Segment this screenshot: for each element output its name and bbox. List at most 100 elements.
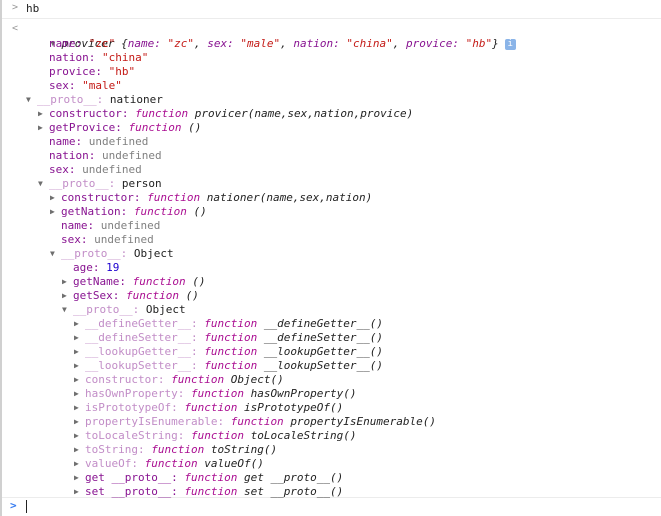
property-row[interactable]: ▶ __lookupGetter__: function __lookupGett… <box>74 345 383 359</box>
summary-value: "hb" <box>465 37 493 50</box>
sep: : <box>190 345 205 358</box>
property-row[interactable]: ▶ isPrototypeOf: function isPrototypeOf() <box>74 401 343 415</box>
expand-right-icon[interactable]: ▶ <box>74 359 85 373</box>
expand-right-icon[interactable]: ▶ <box>74 415 85 429</box>
expand-down-icon[interactable]: ▼ <box>50 247 61 261</box>
expand-right-icon[interactable]: ▶ <box>74 387 85 401</box>
function-keyword: function <box>190 387 251 400</box>
sep: : <box>96 93 110 106</box>
property-value: undefined <box>88 135 149 148</box>
brace: { <box>121 37 128 50</box>
property-row[interactable]: ▼ __proto__: Object <box>62 303 186 317</box>
expand-right-icon[interactable]: ▶ <box>50 205 61 219</box>
expand-right-icon[interactable]: ▶ <box>38 107 49 121</box>
sep: : <box>119 275 133 288</box>
property-key: getNation <box>61 205 121 218</box>
function-keyword: function <box>184 401 244 414</box>
expand-right-icon[interactable]: ▶ <box>74 401 85 415</box>
property-row[interactable]: ▶ getSex: function () <box>62 289 199 303</box>
function-keyword: function <box>133 205 194 218</box>
function-signature: hasOwnProperty() <box>250 387 357 400</box>
property-key: valueOf <box>85 457 132 470</box>
function-signature: propertyIsEnumerable() <box>290 415 437 428</box>
function-signature: provicer(name,sex,nation,provice) <box>194 107 414 120</box>
sep: : <box>108 177 122 190</box>
property-row[interactable]: ▶ toLocaleString: function toLocaleString… <box>74 429 357 443</box>
expand-right-icon[interactable]: ▶ <box>74 331 85 345</box>
expand-right-icon[interactable]: ▶ <box>74 317 85 331</box>
sep: : <box>190 359 205 372</box>
property-row[interactable]: ▶ __defineSetter__: function __defineSett… <box>74 331 383 345</box>
sep: : <box>133 191 148 204</box>
property-row[interactable]: ▶ valueOf: function valueOf() <box>74 457 264 471</box>
expand-right-icon[interactable]: ▶ <box>62 289 73 303</box>
property-row[interactable]: ▼ __proto__: nationer <box>26 93 163 107</box>
property-key: nation <box>49 51 89 64</box>
property-key: __proto__ <box>49 177 109 190</box>
sep: : <box>115 121 129 134</box>
property-value: "male" <box>82 79 122 92</box>
property-value: "china" <box>102 51 149 64</box>
expand-right-icon[interactable]: ▶ <box>74 471 85 485</box>
function-signature: () <box>188 121 202 134</box>
expand-down-icon[interactable]: ▼ <box>26 93 37 107</box>
expand-right-icon[interactable]: ▶ <box>74 429 85 443</box>
sep: : <box>120 247 134 260</box>
property-value: 19 <box>106 261 120 274</box>
property-row[interactable]: ▼ __proto__: Object <box>50 247 174 261</box>
property-key: __proto__ <box>37 93 97 106</box>
function-signature: toString() <box>210 443 278 456</box>
sep: : <box>171 401 185 414</box>
expand-right-icon[interactable]: ▶ <box>62 275 73 289</box>
expand-right-icon[interactable]: ▶ <box>38 121 49 135</box>
property-row[interactable]: ▶ get __proto__: function get __proto__() <box>74 471 343 485</box>
sep: : <box>92 261 107 274</box>
sep: : <box>68 163 83 176</box>
expand-right-icon[interactable]: ▶ <box>74 345 85 359</box>
property-row[interactable]: ▶ getNation: function () <box>50 205 207 219</box>
object-summary[interactable]: ▼ provicer {name: "zc", sex: "male", nati… <box>24 23 516 50</box>
property-row[interactable]: ▶ getProvice: function () <box>38 121 201 135</box>
console-input-entry: > hb <box>2 0 661 19</box>
expand-right-icon[interactable]: ▶ <box>74 373 85 387</box>
sep: : <box>88 149 102 162</box>
expand-down-icon[interactable]: ▼ <box>38 177 49 191</box>
property-row[interactable]: ▶ toString: function toString() <box>74 443 277 457</box>
function-keyword: function <box>190 429 251 442</box>
sep: : <box>87 219 101 232</box>
property-row[interactable]: ▶ __lookupSetter__: function __lookupSett… <box>74 359 383 373</box>
property-row[interactable]: ▶ constructor: function provicer(name,sex… <box>38 107 413 121</box>
sep: : <box>171 485 185 498</box>
sep: : <box>112 289 126 302</box>
property-row[interactable]: ▶ getName: function () <box>62 275 205 289</box>
expand-right-icon[interactable]: ▶ <box>74 457 85 471</box>
chevron-right-icon: > <box>10 499 17 512</box>
info-icon[interactable]: i <box>504 38 516 50</box>
property-row[interactable]: ▶ set __proto__: function set __proto__() <box>74 485 343 499</box>
sep: : <box>88 51 102 64</box>
chevron-right-icon: > <box>12 2 19 13</box>
function-signature: isPrototypeOf() <box>243 401 344 414</box>
property-row[interactable]: ▶ hasOwnProperty: function hasOwnProperty… <box>74 387 357 401</box>
sep: : <box>95 65 109 78</box>
function-signature: () <box>193 205 207 218</box>
property-row[interactable]: ▶ propertyIsEnumerable: function property… <box>74 415 436 429</box>
expand-right-icon[interactable]: ▶ <box>74 485 85 499</box>
property-key: sex <box>49 163 69 176</box>
property-key: constructor <box>49 107 122 120</box>
function-keyword: function <box>171 373 231 386</box>
expand-right-icon[interactable]: ▶ <box>50 191 61 205</box>
console-prompt-input[interactable] <box>26 500 27 513</box>
sep: : <box>80 233 95 246</box>
sep: : <box>75 37 89 50</box>
expand-down-icon[interactable]: ▼ <box>62 303 73 317</box>
summary-key: nation <box>293 37 334 50</box>
property-key: hasOwnProperty <box>85 387 178 400</box>
property-row[interactable]: ▶ constructor: function nationer(name,sex… <box>50 191 372 205</box>
property-row[interactable]: ▼ __proto__: person <box>38 177 162 191</box>
function-keyword: function <box>147 191 207 204</box>
property-row[interactable]: ▶ constructor: function Object() <box>74 373 284 387</box>
expand-right-icon[interactable]: ▶ <box>74 443 85 457</box>
function-signature: () <box>185 289 199 302</box>
property-row[interactable]: ▶ __defineGetter__: function __defineGett… <box>74 317 383 331</box>
